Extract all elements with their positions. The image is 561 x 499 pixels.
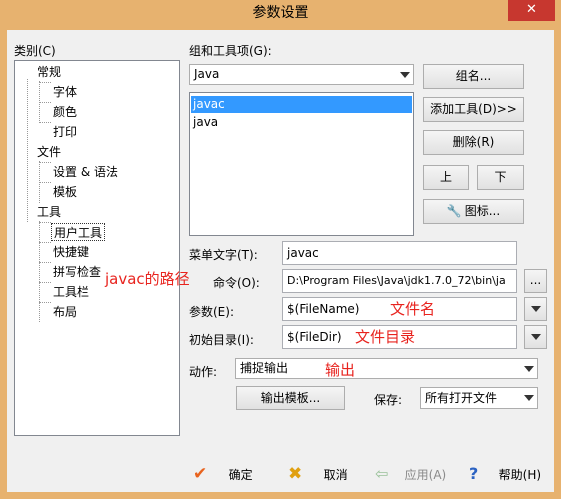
help-icon: ?	[469, 464, 479, 483]
output-template-button[interactable]: 输出模板...	[236, 386, 345, 410]
tree-connector	[39, 122, 51, 123]
tree-item-shortcuts[interactable]: 快捷键	[51, 243, 91, 261]
tree-connector	[39, 221, 40, 322]
annotation-output: 输出	[325, 361, 356, 379]
tree-connector	[39, 222, 51, 223]
tree-item-toolbar[interactable]: 工具栏	[51, 283, 91, 301]
cancel-button[interactable]: ✖ 取消	[288, 464, 348, 484]
browse-button[interactable]: ...	[524, 269, 547, 293]
dialog-client: 类别(C) 常规 字体 颜色 打印 文件 设置 & 语法 模板 工具 用户工具 …	[7, 30, 554, 492]
tree-connector	[39, 182, 51, 183]
tree-item-color[interactable]: 颜色	[51, 103, 79, 121]
tree-connector	[39, 302, 51, 303]
menu-text-label: 菜单文字(T):	[189, 248, 258, 262]
group-select[interactable]: Java	[189, 64, 414, 85]
close-button[interactable]: ✕	[508, 0, 555, 21]
help-button[interactable]: ? 帮助(H)	[469, 464, 541, 484]
group-select-value: Java	[194, 67, 220, 81]
annotation-file-name: 文件名	[390, 300, 436, 318]
annotation-javac-path: javac的路径	[105, 270, 190, 288]
tree-item-font[interactable]: 字体	[51, 83, 79, 101]
icon-button-label: 图标...	[464, 204, 501, 218]
command-input[interactable]: D:\Program Files\Java\jdk1.7.0_72\bin\ja	[282, 269, 517, 293]
save-select-value: 所有打开文件	[425, 391, 498, 405]
move-up-button[interactable]: 上	[423, 165, 469, 190]
wrench-icon: 🔧	[446, 204, 462, 218]
tree-item-general[interactable]: 常规	[35, 63, 63, 81]
tree-item-layout[interactable]: 布局	[51, 303, 79, 321]
title-bar[interactable]: 参数设置	[0, 0, 561, 30]
args-menu-button[interactable]	[524, 297, 547, 321]
tree-item-user-tools[interactable]: 用户工具	[51, 223, 106, 241]
group-name-button[interactable]: 组名...	[423, 64, 524, 89]
tree-item-print[interactable]: 打印	[51, 123, 79, 141]
tree-item-tools[interactable]: 工具	[35, 203, 63, 221]
chevron-down-icon	[530, 306, 541, 312]
chevron-down-icon	[524, 365, 534, 372]
save-select[interactable]: 所有打开文件	[420, 387, 538, 409]
tool-list-item[interactable]: javac	[191, 96, 412, 113]
tree-item-spellcheck[interactable]: 拼写检查	[51, 263, 103, 281]
chevron-down-icon	[524, 395, 534, 401]
command-label: 命令(O):	[213, 276, 260, 290]
tree-item-template[interactable]: 模板	[51, 183, 79, 201]
group-label: 组和工具项(G):	[189, 44, 272, 58]
tree-connector	[27, 79, 28, 222]
add-tool-button[interactable]: 添加工具(D)>>	[423, 97, 524, 122]
save-label: 保存:	[374, 393, 403, 407]
cancel-button-label: 取消	[323, 468, 348, 482]
annotation-file-dir: 文件目录	[355, 328, 416, 346]
cross-icon: ✖	[288, 464, 303, 484]
tool-list-item[interactable]: java	[191, 114, 412, 131]
tree-item-file[interactable]: 文件	[35, 143, 63, 161]
category-tree[interactable]: 常规 字体 颜色 打印 文件 设置 & 语法 模板 工具 用户工具 快捷键 拼写…	[14, 60, 180, 436]
move-down-button[interactable]: 下	[477, 165, 524, 190]
window-title: 参数设置	[252, 5, 309, 21]
chevron-down-icon	[400, 71, 410, 78]
ok-button-label: 确定	[228, 468, 253, 482]
action-label: 动作:	[189, 365, 218, 379]
ok-button[interactable]: ✔ 确定	[193, 464, 253, 484]
apply-button[interactable]: ⇦ 应用(A)	[375, 464, 446, 484]
tree-connector	[39, 282, 51, 283]
tree-connector	[39, 262, 51, 263]
tree-connector	[39, 242, 51, 243]
dialog-window: 参数设置 ✕ 类别(C) 常规 字体 颜色 打印 文件 设置 & 语法 模板 工…	[0, 0, 561, 499]
menu-text-input[interactable]: javac	[282, 241, 517, 265]
initdir-menu-button[interactable]	[524, 325, 547, 349]
checkmark-icon: ✔	[193, 464, 208, 484]
help-button-label: 帮助(H)	[498, 468, 542, 482]
tree-item-syntax[interactable]: 设置 & 语法	[51, 163, 120, 181]
initdir-label: 初始目录(I):	[189, 333, 254, 347]
tree-connector	[39, 82, 51, 83]
tool-list[interactable]: javac java	[189, 92, 414, 236]
chevron-down-icon	[530, 334, 541, 340]
action-select-value: 捕捉输出	[240, 361, 289, 375]
delete-button[interactable]: 删除(R)	[423, 130, 524, 155]
apply-button-label: 应用(A)	[404, 468, 447, 482]
category-label: 类别(C)	[14, 44, 56, 58]
args-label: 参数(E):	[189, 305, 234, 319]
arrow-left-icon: ⇦	[375, 464, 389, 483]
action-select[interactable]: 捕捉输出	[235, 358, 538, 379]
tree-connector	[39, 162, 51, 163]
tree-connector	[39, 102, 51, 103]
icon-button[interactable]: 🔧 图标...	[423, 199, 524, 224]
